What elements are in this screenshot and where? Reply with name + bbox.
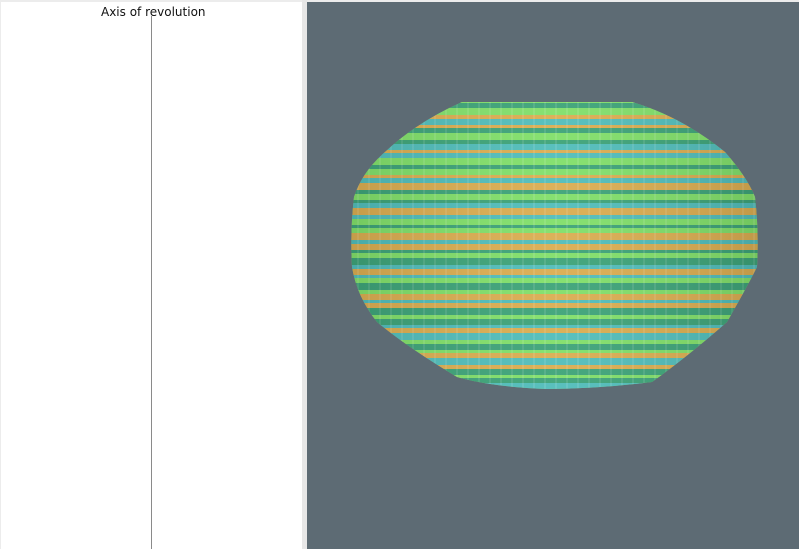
3d-viewport[interactable] [307, 2, 799, 549]
mesh-band [347, 390, 762, 394]
revolved-mesh [347, 102, 762, 394]
profile-editor-pane[interactable]: Axis of revolution [1, 2, 302, 549]
mesh-shading [351, 102, 758, 389]
axis-of-revolution-label: Axis of revolution [101, 5, 206, 19]
axis-of-revolution-line [151, 16, 152, 549]
3d-scene [347, 102, 762, 394]
